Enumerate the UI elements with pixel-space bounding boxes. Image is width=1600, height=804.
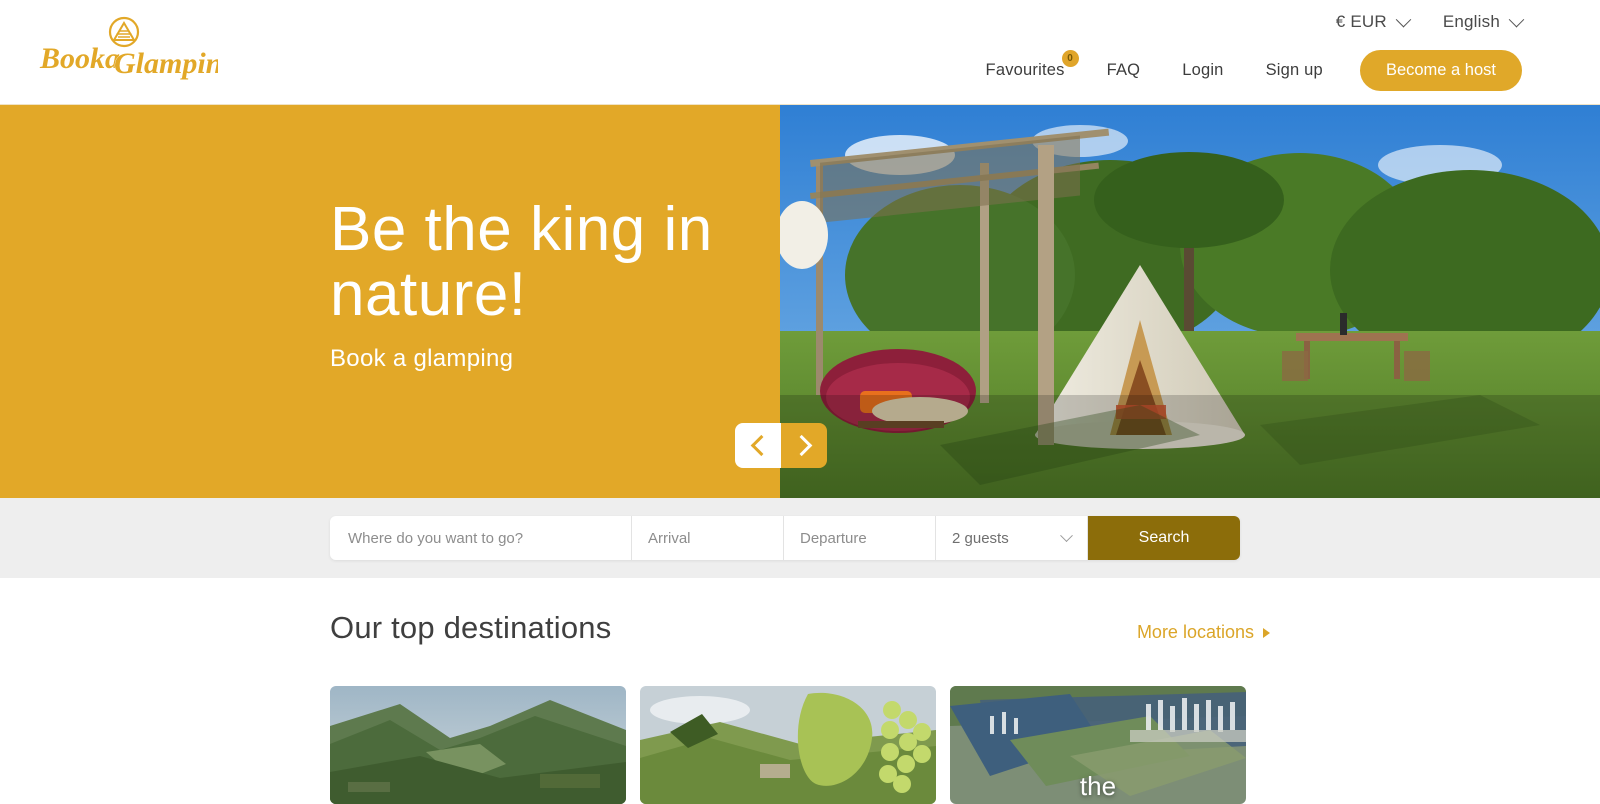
chevron-down-icon [1508, 11, 1525, 27]
guests-value: 2 guests [952, 529, 1009, 547]
svg-text:Booka: Booka [39, 42, 120, 75]
favourites-count-badge: 0 [1061, 50, 1079, 67]
guests-select[interactable]: 2 guests [936, 516, 1088, 560]
arrival-date-input[interactable]: Arrival [632, 516, 784, 560]
triangle-right-icon [1263, 627, 1270, 638]
carousel-controls [735, 423, 827, 468]
topbar: € EUR English [1335, 11, 1525, 32]
currency-selector[interactable]: € EUR [1335, 11, 1412, 32]
departure-date-input[interactable]: Departure [784, 516, 936, 560]
logo[interactable]: Booka Glamping [36, 16, 218, 86]
language-selector[interactable]: English [1442, 11, 1525, 32]
destination-card-list: the [330, 686, 1246, 804]
hero-image [780, 105, 1600, 498]
main-nav: Favourites 0 FAQ Login Sign up Become a … [986, 50, 1522, 91]
chevron-right-icon [790, 434, 812, 457]
become-a-host-button[interactable]: Become a host [1359, 50, 1522, 91]
harbour-destination-image [950, 686, 1246, 804]
destination-card[interactable]: the [950, 686, 1246, 804]
more-locations-label: More locations [1136, 622, 1254, 642]
search-band: Where do you want to go? Arrival Departu… [0, 498, 1600, 578]
nav-favourites-label: Favourites [985, 61, 1065, 79]
hero-title: Be the king in nature! [330, 195, 713, 330]
chevron-down-icon [1060, 528, 1073, 542]
destinations-header: Our top destinations More locations [330, 610, 1270, 646]
language-label: English [1442, 12, 1500, 31]
hero-carousel: Be the king in nature! Book a glamping L… [0, 105, 1600, 498]
nav-faq[interactable]: FAQ [1086, 61, 1162, 80]
valley-destination-image [330, 686, 626, 804]
more-locations-link[interactable]: More locations [1137, 622, 1270, 643]
chevron-down-icon [1395, 11, 1412, 27]
carousel-prev-button[interactable] [735, 423, 781, 468]
destination-card[interactable] [640, 686, 936, 804]
nav-login[interactable]: Login [1161, 61, 1244, 80]
nav-favourites[interactable]: Favourites 0 [985, 50, 1086, 80]
section-title: Our top destinations [330, 610, 612, 645]
chevron-left-icon [750, 434, 772, 457]
vineyard-destination-image [640, 686, 936, 804]
svg-text:Glamping: Glamping [114, 47, 218, 80]
destination-card[interactable] [330, 686, 626, 804]
currency-label: € EUR [1335, 12, 1387, 31]
hero-subtitle: Book a glamping [330, 345, 514, 372]
search-button[interactable]: Search [1088, 516, 1240, 560]
site-header: Booka Glamping € EUR English Favourites … [0, 0, 1600, 105]
nav-signup[interactable]: Sign up [1245, 61, 1344, 80]
tent-logo-icon: Booka Glamping [39, 16, 218, 80]
carousel-next-button[interactable] [781, 423, 827, 468]
top-destinations-section: Our top destinations More locations the [0, 578, 1600, 804]
hero-text-panel: Be the king in nature! Book a glamping [0, 105, 780, 498]
destination-input[interactable]: Where do you want to go? [330, 516, 632, 560]
search-form: Where do you want to go? Arrival Departu… [330, 516, 1240, 560]
